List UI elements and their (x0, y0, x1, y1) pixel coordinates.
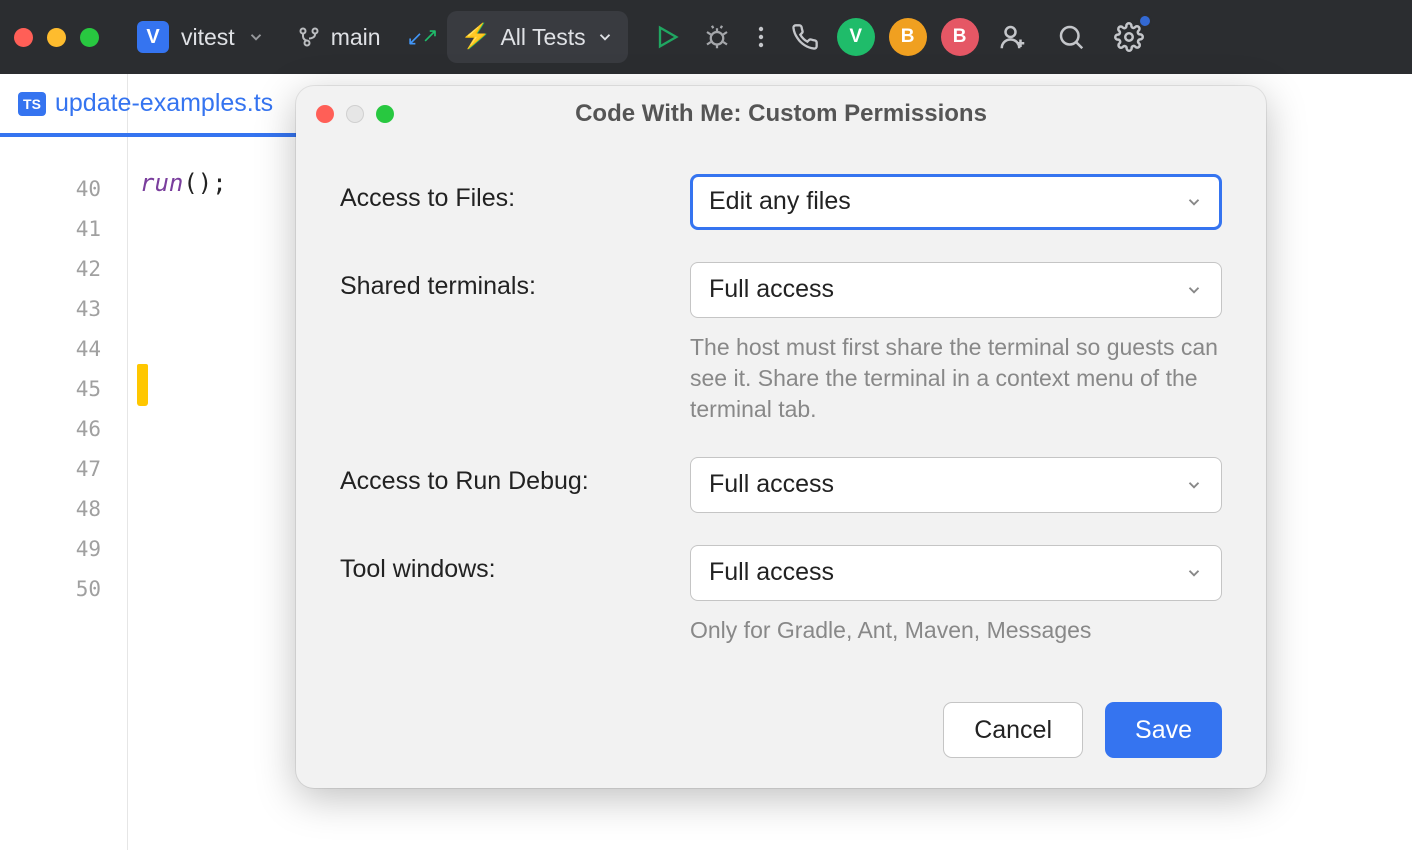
code-content[interactable]: run(); (128, 74, 227, 850)
select-value: Full access (709, 275, 834, 304)
chevron-down-icon (1185, 476, 1203, 494)
select-run-debug[interactable]: Full access (690, 457, 1222, 513)
hint-tool-windows: Only for Gradle, Ant, Maven, Messages (690, 615, 1222, 646)
dialog-minimize-button[interactable] (346, 105, 364, 123)
label-access-files: Access to Files: (340, 174, 690, 213)
dialog-titlebar[interactable]: Code With Me: Custom Permissions (296, 86, 1266, 142)
bolt-icon: ⚡ (461, 25, 491, 49)
editor-tab-row: TS update-examples.ts (0, 74, 296, 137)
label-shared-terminals: Shared terminals: (340, 262, 690, 301)
avatar-user-3[interactable]: B (941, 18, 979, 56)
select-shared-terminals[interactable]: Full access (690, 262, 1222, 318)
vcs-branch-selector[interactable]: main (297, 24, 381, 51)
cancel-button[interactable]: Cancel (943, 702, 1083, 758)
custom-permissions-dialog: Code With Me: Custom Permissions Access … (296, 86, 1266, 788)
debug-button[interactable] (696, 16, 738, 58)
code-rest: (); (183, 169, 226, 197)
project-name: vitest (181, 24, 235, 51)
avatar-user-2[interactable]: B (889, 18, 927, 56)
toolbar-right-icons (992, 16, 1150, 58)
save-button[interactable]: Save (1105, 702, 1222, 758)
branch-icon (297, 25, 321, 49)
notification-dot-icon (1138, 14, 1152, 28)
dialog-close-button[interactable] (316, 105, 334, 123)
line-number[interactable]: 45 (0, 369, 127, 409)
dialog-maximize-button[interactable] (376, 105, 394, 123)
window-close-button[interactable] (14, 28, 33, 47)
tab-filename-label: update-examples.ts (55, 89, 273, 118)
line-number[interactable]: 46 (0, 409, 127, 449)
run-config-section: ⚡ All Tests (447, 11, 628, 63)
code-fn-name: run (140, 169, 183, 197)
line-number[interactable]: 41 (0, 209, 127, 249)
search-button[interactable] (1050, 16, 1092, 58)
row-shared-terminals: Shared terminals: Full access The host m… (340, 262, 1222, 425)
dialog-body: Access to Files: Edit any files Shared t… (296, 142, 1266, 678)
window-maximize-button[interactable] (80, 28, 99, 47)
select-value: Edit any files (709, 187, 851, 216)
typescript-file-icon: TS (18, 92, 46, 116)
line-number[interactable]: 43 (0, 289, 127, 329)
chevron-down-icon (247, 28, 265, 46)
chevron-down-icon (1185, 564, 1203, 582)
line-number[interactable]: 42 (0, 249, 127, 289)
row-run-debug: Access to Run Debug: Full access (340, 457, 1222, 513)
line-number[interactable]: 48 (0, 489, 127, 529)
chevron-down-icon[interactable] (596, 28, 614, 46)
run-button[interactable] (646, 16, 688, 58)
line-number[interactable]: 44 (0, 329, 127, 369)
more-actions-button[interactable] (746, 16, 776, 58)
run-config-label[interactable]: All Tests (500, 24, 585, 51)
main-toolbar: V vitest main ↙ ↗ ⚡ All Tests V B B (0, 0, 1412, 74)
label-tool-windows: Tool windows: (340, 545, 690, 584)
add-user-button[interactable] (992, 16, 1034, 58)
select-access-files[interactable]: Edit any files (690, 174, 1222, 230)
select-value: Full access (709, 558, 834, 587)
dialog-footer: Cancel Save (296, 678, 1266, 788)
window-traffic-lights (14, 28, 99, 47)
tab-update-examples[interactable]: TS update-examples.ts (0, 74, 291, 133)
line-number[interactable]: 50 (0, 569, 127, 609)
select-value: Full access (709, 470, 834, 499)
line-number-gutter: 40 41 42 43 44 45 46 47 48 49 50 (0, 74, 128, 850)
line-number[interactable]: 40 (0, 169, 127, 209)
avatar-user-1[interactable]: V (837, 18, 875, 56)
label-run-debug: Access to Run Debug: (340, 457, 690, 496)
line-number[interactable]: 47 (0, 449, 127, 489)
project-selector[interactable]: V vitest (137, 21, 265, 53)
project-icon: V (137, 21, 169, 53)
select-tool-windows[interactable]: Full access (690, 545, 1222, 601)
settings-button[interactable] (1108, 16, 1150, 58)
chevron-down-icon (1185, 193, 1203, 211)
chevron-down-icon (1185, 281, 1203, 299)
arrow-up-right-icon: ↗ (422, 23, 439, 48)
branch-name: main (331, 24, 381, 51)
call-button[interactable] (784, 16, 826, 58)
line-number[interactable]: 49 (0, 529, 127, 569)
dialog-title: Code With Me: Custom Permissions (314, 100, 1248, 128)
code-with-me-status-icon[interactable]: ↙ ↗ (407, 23, 439, 51)
gutter-marker-icon[interactable] (137, 364, 148, 400)
window-minimize-button[interactable] (47, 28, 66, 47)
dialog-traffic-lights (316, 105, 394, 123)
hint-shared-terminals: The host must first share the terminal s… (690, 332, 1222, 425)
row-access-files: Access to Files: Edit any files (340, 174, 1222, 230)
row-tool-windows: Tool windows: Full access Only for Gradl… (340, 545, 1222, 646)
